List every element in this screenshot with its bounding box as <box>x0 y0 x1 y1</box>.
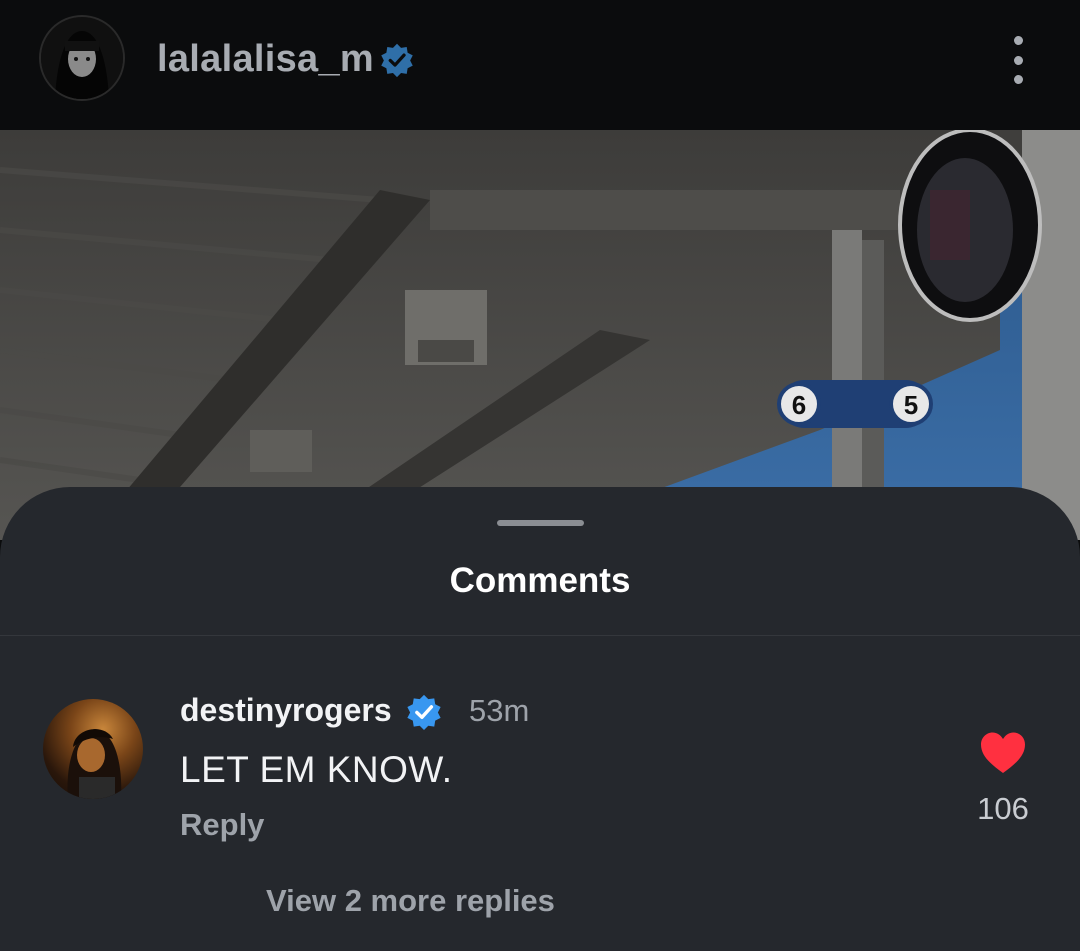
commenter-avatar-image <box>67 729 122 799</box>
drag-handle[interactable] <box>497 520 584 526</box>
more-options-icon[interactable] <box>1000 36 1036 84</box>
sheet-title: Comments <box>449 561 631 600</box>
post-header: lalalalisa_m <box>0 0 1080 130</box>
reply-button[interactable]: Reply <box>180 807 264 843</box>
pump-number-6: 6 <box>792 390 806 420</box>
comments-sheet: Comments destinyrogers 53m LET EM KNOW. … <box>0 487 1080 951</box>
post-author-username[interactable]: lalalalisa_m <box>157 38 374 81</box>
verified-badge-icon <box>407 694 441 731</box>
verified-badge-icon <box>381 43 413 78</box>
post-image[interactable]: 6 5 <box>0 130 1080 540</box>
avatar-image <box>41 17 123 99</box>
divider <box>0 635 1080 636</box>
dot <box>1013 55 1023 65</box>
comment-text: LET EM KNOW. <box>180 749 453 790</box>
view-more-replies-button[interactable]: View 2 more replies <box>266 883 555 919</box>
like-count: 106 <box>977 791 1029 826</box>
heart-icon[interactable] <box>979 731 1027 775</box>
comment-timestamp: 53m <box>469 693 530 728</box>
commenter-username[interactable]: destinyrogers <box>180 692 392 729</box>
dot <box>1013 36 1023 45</box>
photo-canopy-scene: 6 5 <box>0 130 1080 540</box>
pump-number-5: 5 <box>904 390 918 420</box>
commenter-avatar[interactable] <box>43 699 143 799</box>
dot <box>1013 75 1023 84</box>
profile-avatar[interactable] <box>41 17 123 99</box>
